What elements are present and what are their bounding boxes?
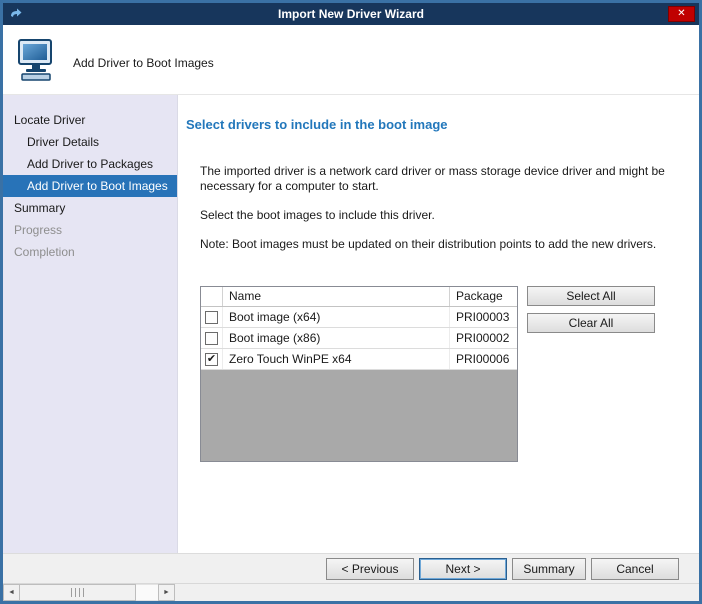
wizard-header: Add Driver to Boot Images <box>3 25 699 95</box>
computer-icon <box>15 38 61 85</box>
wizard-steps-sidebar: Locate Driver Driver Details Add Driver … <box>3 95 178 553</box>
table-row[interactable]: Zero Touch WinPE x64 PRI00006 <box>201 349 517 370</box>
content-region: Locate Driver Driver Details Add Driver … <box>3 95 699 553</box>
boot-image-table-area: Name Package ID Boot image (x64) PRI0000… <box>200 286 689 462</box>
table-row[interactable]: Boot image (x86) PRI00002 <box>201 328 517 349</box>
summary-button[interactable]: Summary <box>512 558 586 580</box>
table-row[interactable]: Boot image (x64) PRI00003 <box>201 307 517 328</box>
window-title: Import New Driver Wizard <box>3 7 699 21</box>
sidebar-item-progress: Progress <box>3 219 177 241</box>
import-new-driver-wizard-window: Import New Driver Wizard ✕ Add Driver to… <box>0 0 702 604</box>
checkbox-cell <box>201 328 223 348</box>
checkbox-cell <box>201 307 223 327</box>
boot-image-table: Name Package ID Boot image (x64) PRI0000… <box>200 286 518 462</box>
wizard-button-bar: < Previous Next > Summary Cancel <box>3 553 699 583</box>
title-bar[interactable]: Import New Driver Wizard ✕ <box>3 3 699 25</box>
row-package-id: PRI00003 <box>450 307 517 327</box>
note-text: Note: Boot images must be updated on the… <box>200 237 689 252</box>
sidebar-item-add-driver-to-packages[interactable]: Add Driver to Packages <box>3 153 177 175</box>
row-checkbox[interactable] <box>205 332 218 345</box>
clear-all-button[interactable]: Clear All <box>527 313 655 333</box>
sidebar-item-summary[interactable]: Summary <box>3 197 177 219</box>
sidebar-item-locate-driver[interactable]: Locate Driver <box>3 109 177 131</box>
scroll-right-icon[interactable]: ► <box>158 584 175 601</box>
table-empty-area <box>201 370 517 461</box>
row-package-id: PRI00002 <box>450 328 517 348</box>
name-column-header[interactable]: Name <box>223 287 450 306</box>
row-name: Boot image (x64) <box>223 307 450 327</box>
section-heading: Select drivers to include in the boot im… <box>186 117 689 132</box>
select-all-button[interactable]: Select All <box>527 286 655 306</box>
row-name: Zero Touch WinPE x64 <box>223 349 450 369</box>
sidebar-item-completion: Completion <box>3 241 177 263</box>
main-panel: Select drivers to include in the boot im… <box>178 95 699 553</box>
sidebar-item-add-driver-to-boot-images[interactable]: Add Driver to Boot Images <box>3 175 177 197</box>
close-button[interactable]: ✕ <box>668 6 695 22</box>
checkbox-column-header <box>201 287 223 306</box>
table-action-buttons: Select All Clear All <box>527 286 655 333</box>
horizontal-scrollbar[interactable]: ◄ ► <box>3 584 175 601</box>
row-package-id: PRI00006 <box>450 349 517 369</box>
scrollbar-grip-icon <box>71 588 85 597</box>
next-button[interactable]: Next > <box>419 558 507 580</box>
page-title: Add Driver to Boot Images <box>73 56 214 70</box>
scrollbar-track[interactable] <box>136 584 158 601</box>
row-checkbox[interactable] <box>205 353 218 366</box>
sidebar-item-driver-details[interactable]: Driver Details <box>3 131 177 153</box>
instruction-text: Select the boot images to include this d… <box>200 208 689 223</box>
bottom-strip: ◄ ► <box>3 583 699 601</box>
scrollbar-thumb[interactable] <box>20 584 136 601</box>
checkbox-cell <box>201 349 223 369</box>
package-id-column-header[interactable]: Package ID <box>450 287 517 306</box>
table-header-row: Name Package ID <box>201 287 517 307</box>
cancel-button[interactable]: Cancel <box>591 558 679 580</box>
row-name: Boot image (x86) <box>223 328 450 348</box>
row-checkbox[interactable] <box>205 311 218 324</box>
description-text: The imported driver is a network card dr… <box>200 164 689 194</box>
previous-button[interactable]: < Previous <box>326 558 414 580</box>
wizard-icon <box>9 7 23 21</box>
scroll-left-icon[interactable]: ◄ <box>3 584 20 601</box>
